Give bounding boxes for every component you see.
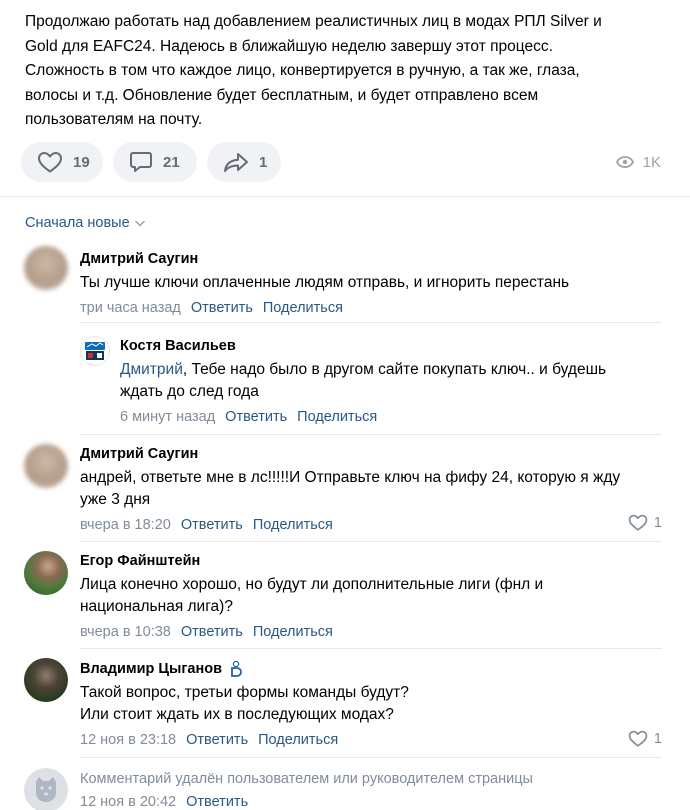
deleted-user-avatar (24, 768, 68, 810)
heart-icon (628, 730, 648, 747)
comment-time[interactable]: вчера в 10:38 (80, 624, 171, 640)
reply-button[interactable]: Ответить (191, 300, 253, 316)
avatar[interactable] (80, 336, 110, 366)
eye-icon (615, 156, 634, 168)
views-counter: 1K (615, 142, 661, 182)
comment-text: Ты лучше ключи оплаченные людям отправь,… (80, 272, 569, 294)
chevron-down-icon (134, 220, 145, 227)
comment-divider (80, 757, 662, 758)
comment-like-button[interactable]: 1 (628, 730, 662, 747)
views-count: 1K (642, 153, 661, 171)
comment-time[interactable]: 12 ноя в 23:18 (80, 732, 176, 748)
comment-time[interactable]: три часа назад (80, 300, 181, 316)
comment-meta: 6 минут назад Ответить Поделиться (120, 408, 606, 426)
share-link[interactable]: Поделиться (258, 732, 338, 748)
share-link[interactable]: Поделиться (263, 300, 343, 316)
dynamo-badge-icon (231, 660, 242, 677)
zenit-logo-icon (85, 342, 105, 360)
comment-button[interactable]: 21 (113, 142, 197, 182)
comment-time[interactable]: 6 минут назад (120, 409, 215, 425)
comment-text-line: Или стоит ждать их в последующих модах? (80, 706, 394, 723)
reply-button[interactable]: Ответить (181, 517, 243, 533)
comment-author[interactable]: Егор Файнштейн (80, 552, 543, 570)
share-count: 1 (259, 153, 268, 171)
comment-meta: вчера в 18:20 Ответить Поделиться (80, 516, 620, 534)
comment-like-count: 1 (653, 514, 662, 531)
heart-icon (628, 514, 648, 531)
comment-text-line: ждать до след года (120, 383, 259, 400)
reply-button[interactable]: Ответить (181, 624, 243, 640)
comment-like-button[interactable]: 1 (628, 514, 662, 531)
comment-author[interactable]: Владимир Цыганов (80, 660, 409, 678)
like-button[interactable]: 19 (21, 142, 103, 182)
comment-divider (80, 322, 662, 323)
sort-label: Сначала новые (25, 215, 130, 231)
comment-meta: вчера в 10:38 Ответить Поделиться (80, 623, 543, 641)
avatar[interactable] (24, 444, 68, 488)
divider (0, 196, 690, 197)
comment-author[interactable]: Костя Васильев (120, 337, 606, 355)
comment-author[interactable]: Дмитрий Саугин (80, 445, 620, 463)
reply-button[interactable]: Ответить (225, 409, 287, 425)
comment-author[interactable]: Дмитрий Саугин (80, 250, 569, 268)
comment-text-line: уже 3 дня (80, 491, 151, 508)
post-text: Продолжаю работать над добавлением реали… (25, 10, 665, 133)
comment-text-line: национальная лига)? (80, 598, 233, 615)
comment-text-line: , Тебе надо было в другом сайте покупать… (182, 361, 607, 378)
comment-meta: 12 ноя в 20:42 Ответить (80, 793, 533, 810)
avatar[interactable] (24, 658, 68, 702)
comment-time[interactable]: 12 ноя в 20:42 (80, 794, 176, 810)
dog-placeholder-icon (36, 777, 56, 802)
share-icon (224, 153, 248, 172)
like-count: 19 (73, 153, 90, 171)
comment-text-line: Лица конечно хорошо, но будут ли дополни… (80, 576, 544, 593)
comment-meta: три часа назад Ответить Поделиться (80, 299, 569, 317)
comment-count: 21 (163, 153, 180, 171)
post-text-line: Gold для EAFC24. Надеюсь в ближайшую нед… (25, 37, 553, 55)
post-text-line: пользователям на почту. (25, 111, 203, 128)
comment-text: Лица конечно хорошо, но будут ли дополни… (80, 574, 543, 618)
comment-text-line: Такой вопрос, третьи формы команды будут… (80, 684, 409, 701)
comment-text: Такой вопрос, третьи формы команды будут… (80, 682, 409, 726)
avatar[interactable] (24, 551, 68, 595)
post-text-line: волосы и т.д. Обновление будет бесплатны… (25, 86, 539, 104)
sort-dropdown[interactable]: Сначала новые (25, 215, 145, 231)
comment-text: Дмитрий, Тебе надо было в другом сайте п… (120, 359, 606, 403)
comment-text: андрей, ответьте мне в лс!!!!!И Отправьт… (80, 467, 620, 511)
reply-button[interactable]: Ответить (186, 732, 248, 748)
comment-divider (80, 541, 662, 542)
author-name: Владимир Цыганов (80, 661, 222, 677)
deleted-comment-text: Комментарий удалён пользователем или рук… (80, 771, 533, 787)
mention-link[interactable]: Дмитрий (120, 361, 183, 378)
comment-time[interactable]: вчера в 18:20 (80, 517, 171, 533)
heart-icon (38, 152, 62, 173)
comment-divider (80, 434, 662, 435)
comment-divider (80, 648, 662, 649)
comment-text-line: андрей, ответьте мне в лс!!!!!И Отправьт… (80, 469, 621, 486)
post-text-line: Продолжаю работать над добавлением реали… (25, 13, 602, 30)
avatar[interactable] (24, 246, 68, 290)
post-text-line: Сложность в том что каждое лицо, конверт… (25, 62, 580, 79)
comment-like-count: 1 (653, 730, 662, 747)
share-link[interactable]: Поделиться (253, 517, 333, 533)
share-button[interactable]: 1 (207, 142, 281, 182)
comment-icon (130, 152, 152, 172)
share-link[interactable]: Поделиться (253, 624, 333, 640)
reply-button[interactable]: Ответить (186, 794, 248, 810)
comment-meta: 12 ноя в 23:18 Ответить Поделиться (80, 731, 409, 749)
comment-text-line: Ты лучше ключи оплаченные людям отправь,… (80, 274, 570, 291)
post-actions: 19 21 1 1K (21, 142, 669, 182)
share-link[interactable]: Поделиться (297, 409, 377, 425)
